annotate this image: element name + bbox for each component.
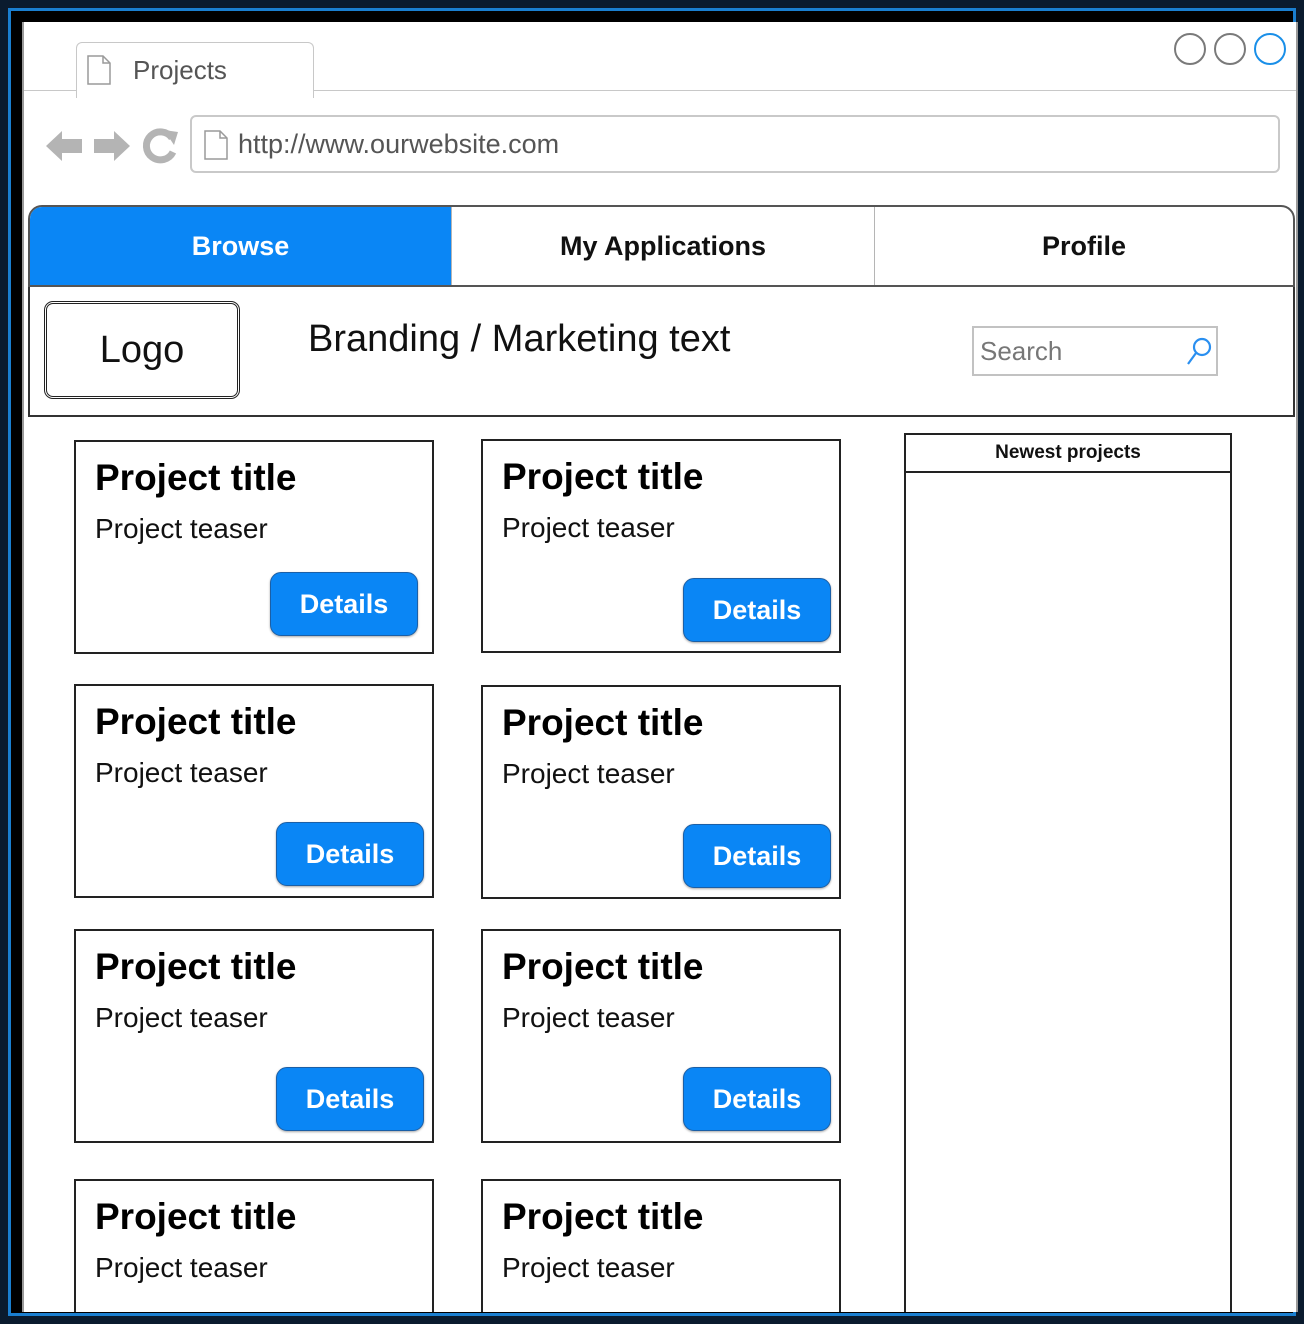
project-card: Project title Project teaser Details xyxy=(74,440,434,654)
project-title: Project title xyxy=(502,946,704,987)
minimize-circle-icon[interactable] xyxy=(1174,33,1206,65)
address-bar[interactable]: http://www.ourwebsite.com xyxy=(190,115,1280,173)
browser-tab-title: Projects xyxy=(133,55,227,85)
details-button[interactable]: Details xyxy=(683,824,831,888)
project-teaser: Project teaser xyxy=(502,1252,675,1283)
project-teaser: Project teaser xyxy=(95,757,268,788)
project-title: Project title xyxy=(502,456,704,497)
project-card: Project title Project teaser Details xyxy=(74,929,434,1143)
details-button[interactable]: Details xyxy=(276,1067,424,1131)
project-teaser: Project teaser xyxy=(502,512,675,543)
project-title: Project title xyxy=(95,946,297,987)
project-title: Project title xyxy=(95,1196,297,1237)
page-icon xyxy=(204,130,228,160)
project-teaser: Project teaser xyxy=(95,1002,268,1033)
tab-strip-line xyxy=(24,90,76,91)
details-button[interactable]: Details xyxy=(276,822,424,886)
close-circle-icon[interactable] xyxy=(1254,33,1286,65)
browser-window: Projects http://www.ourwebsite.com Brows… xyxy=(22,22,1298,1312)
project-card: Project title Project teaser Details xyxy=(481,439,841,653)
details-button[interactable]: Details xyxy=(683,1067,831,1131)
project-title: Project title xyxy=(502,702,704,743)
project-title: Project title xyxy=(95,457,297,498)
project-teaser: Project teaser xyxy=(95,513,268,544)
zoom-circle-icon[interactable] xyxy=(1214,33,1246,65)
project-card: Project title Project teaser Details xyxy=(74,684,434,898)
project-teaser: Project teaser xyxy=(502,758,675,789)
project-title: Project title xyxy=(502,1196,704,1237)
project-card: Project title Project teaser Details xyxy=(481,929,841,1143)
details-button[interactable]: Details xyxy=(270,572,418,636)
forward-arrow-icon[interactable] xyxy=(92,126,132,166)
back-arrow-icon[interactable] xyxy=(44,126,84,166)
branding-text: Branding / Marketing text xyxy=(308,318,731,360)
browser-tab[interactable]: Projects xyxy=(76,42,314,98)
search-icon[interactable] xyxy=(1184,335,1214,369)
tab-strip-line xyxy=(314,90,1296,91)
newest-projects-panel: Newest projects xyxy=(904,433,1232,1312)
project-card: Project title Project teaser xyxy=(74,1179,434,1312)
page-icon xyxy=(87,55,111,85)
logo[interactable]: Logo xyxy=(44,301,240,399)
main-nav: Browse My Applications Profile xyxy=(28,205,1295,287)
project-card: Project title Project teaser xyxy=(481,1179,841,1312)
project-card: Project title Project teaser Details xyxy=(481,685,841,899)
newest-projects-heading: Newest projects xyxy=(906,435,1230,473)
brand-header: Logo Branding / Marketing text xyxy=(28,287,1295,417)
tab-my-applications[interactable]: My Applications xyxy=(452,207,874,285)
project-teaser: Project teaser xyxy=(502,1002,675,1033)
project-teaser: Project teaser xyxy=(95,1252,268,1283)
project-title: Project title xyxy=(95,701,297,742)
tab-browse[interactable]: Browse xyxy=(30,207,451,285)
search-input[interactable] xyxy=(980,332,1176,370)
tab-profile[interactable]: Profile xyxy=(875,207,1293,285)
reload-icon[interactable] xyxy=(140,126,180,166)
url-text[interactable]: http://www.ourwebsite.com xyxy=(238,127,559,161)
search-box xyxy=(972,326,1218,376)
details-button[interactable]: Details xyxy=(683,578,831,642)
